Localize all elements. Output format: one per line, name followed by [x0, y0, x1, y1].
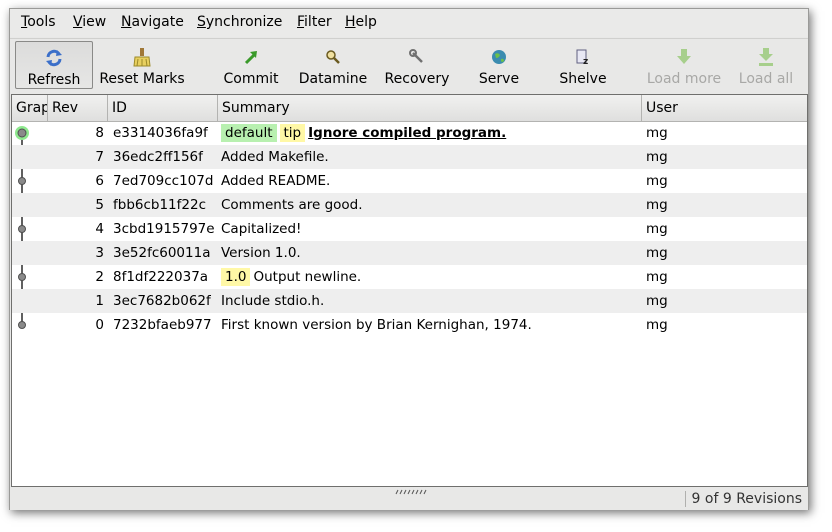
main-window: Tools View Navigate Synchronize Filter H… — [9, 8, 809, 510]
revision-list[interactable]: Graph Rev ID Summary User 8 e3314036fa9f… — [11, 94, 808, 487]
globe-icon — [492, 50, 506, 64]
recovery-button[interactable]: Recovery — [378, 41, 456, 89]
shelve-icon: z — [576, 49, 588, 67]
column-header-graph[interactable]: Graph — [12, 95, 48, 121]
serve-button[interactable]: Serve — [468, 41, 530, 89]
commit-button[interactable]: Commit — [214, 41, 288, 89]
table-row[interactable]: 3 3e52fc60011a Version 1.0. mg — [12, 241, 807, 265]
table-row[interactable]: 6 7ed709cc107d Added README. mg — [12, 169, 807, 193]
list-header: Graph Rev ID Summary User — [12, 95, 807, 122]
tip-tag: tip — [279, 124, 306, 142]
column-header-summary[interactable]: Summary — [218, 95, 642, 121]
menu-help[interactable]: Help — [345, 14, 377, 30]
arrow-down-icon — [677, 49, 691, 64]
table-row[interactable]: 4 3cbd1915797e Capitalized! mg — [12, 217, 807, 241]
commit-arrow-icon — [244, 51, 257, 65]
table-row[interactable]: 1 3ec7682b062f Include stdio.h. mg — [12, 289, 807, 313]
table-row[interactable]: 7 36edc2ff156f Added Makefile. mg — [12, 145, 807, 169]
resize-grip-icon[interactable] — [395, 489, 429, 495]
reset-marks-button[interactable]: Reset Marks — [98, 41, 186, 89]
menu-tools[interactable]: Tools — [21, 14, 56, 30]
column-header-id[interactable]: ID — [108, 95, 218, 121]
menu-filter[interactable]: Filter — [297, 14, 332, 30]
table-row[interactable]: 2 8f1df222037a 1.0 Output newline. mg — [12, 265, 807, 289]
magnifier-icon — [326, 50, 340, 64]
menu-navigate[interactable]: Navigate — [121, 14, 184, 30]
version-tag: 1.0 — [221, 268, 251, 286]
refresh-button[interactable]: Refresh — [15, 41, 93, 89]
shelve-button[interactable]: z Shelve — [548, 41, 618, 89]
menu-bar: Tools View Navigate Synchronize Filter H… — [10, 9, 808, 37]
column-header-user[interactable]: User — [642, 95, 807, 121]
refresh-icon — [46, 49, 62, 67]
menu-view[interactable]: View — [73, 14, 106, 30]
toolbar: Refresh Reset Marks Commit Datamine Reco… — [10, 38, 808, 93]
column-header-rev[interactable]: Rev — [48, 95, 108, 121]
load-all-button[interactable]: Load all — [732, 41, 800, 89]
svg-text:z: z — [583, 57, 588, 67]
wrench-icon — [409, 49, 423, 63]
revision-count: 9 of 9 Revisions — [684, 491, 802, 507]
datamine-button[interactable]: Datamine — [294, 41, 372, 89]
menu-synchronize[interactable]: Synchronize — [197, 14, 282, 30]
table-row[interactable]: 8 e3314036fa9f default tip Ignore compiled… — [12, 121, 807, 145]
arrow-down-all-icon — [759, 48, 773, 66]
branch-tag: default — [221, 124, 277, 142]
table-row[interactable]: 0 7232bfaeb977 First known version by Br… — [12, 313, 807, 337]
status-bar: 9 of 9 Revisions — [10, 489, 808, 510]
load-more-button[interactable]: Load more — [644, 41, 724, 89]
broom-icon — [133, 48, 151, 67]
table-row[interactable]: 5 fbb6cb11f22c Comments are good. mg — [12, 193, 807, 217]
